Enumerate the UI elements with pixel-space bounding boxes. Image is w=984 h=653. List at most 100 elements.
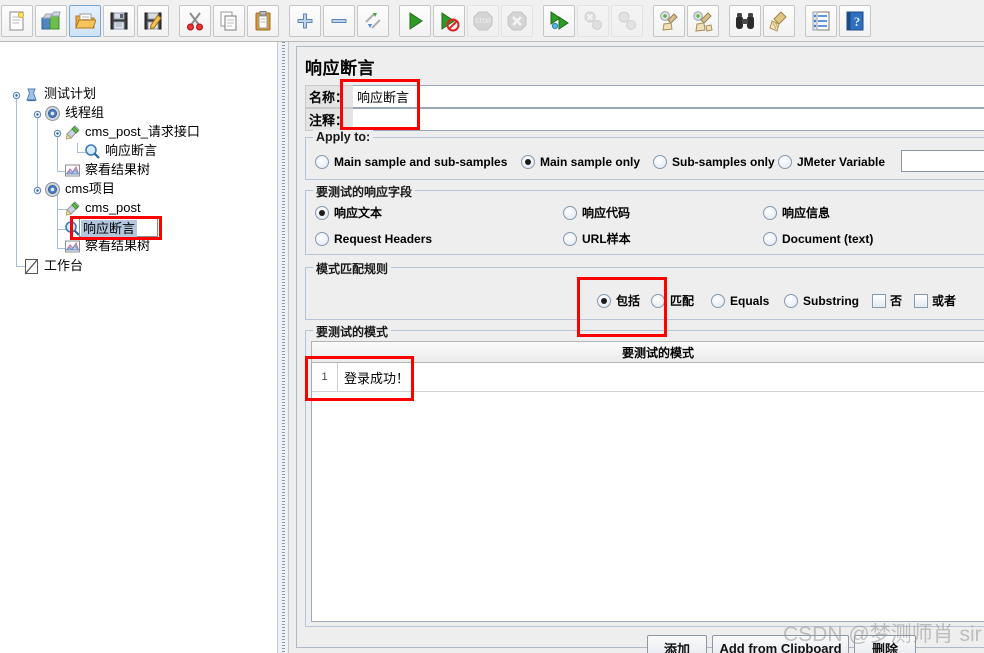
tree-node-label: 线程组: [65, 105, 105, 120]
tree-expand-handle[interactable]: [12, 89, 21, 100]
reset-search-button[interactable]: [763, 4, 795, 37]
divider-grip[interactable]: [280, 42, 287, 49]
start-remote-all-button[interactable]: [543, 4, 575, 37]
radio-main-sample-and-sub-samples[interactable]: Main sample and sub-samples: [315, 155, 507, 169]
tree-node-workbench[interactable]: 工作台: [22, 256, 83, 276]
scissors-icon: [187, 11, 203, 30]
new-test-plan-button[interactable]: [1, 4, 33, 37]
radio-response-message[interactable]: 响应信息: [763, 206, 830, 220]
radio-dot-icon: [521, 155, 535, 169]
stop-button[interactable]: STOP: [467, 4, 499, 37]
radio-contains[interactable]: 包括: [597, 294, 640, 308]
broom-reset-icon: [769, 10, 787, 32]
add-button[interactable]: 添加: [647, 635, 707, 653]
tree-expand-handle[interactable]: [33, 108, 42, 119]
radio-response-code[interactable]: 响应代码: [563, 206, 630, 220]
clear-all-button[interactable]: [687, 4, 719, 37]
radio-dot-icon: [711, 294, 725, 308]
copy-icon: [220, 11, 237, 30]
assertion-editor-inner: 响应断言 名称： 响应断言 注释： Apply to: Main sample …: [296, 46, 984, 653]
toggle-icon: [365, 12, 381, 29]
radio-main-sample-only[interactable]: Main sample only: [521, 155, 640, 169]
templates-icon: [41, 11, 61, 29]
main-toolbar: STOP ?: [0, 0, 984, 42]
tree-node-thread-group-2[interactable]: cms项目: [43, 179, 115, 199]
patterns-table-header[interactable]: 要测试的模式: [311, 341, 984, 363]
clear-button[interactable]: [653, 4, 685, 37]
tree-node-test-plan[interactable]: 测试计划: [22, 84, 96, 104]
checkbox-or[interactable]: 或者: [914, 294, 956, 308]
checkbox-not[interactable]: 否: [872, 294, 902, 308]
shutdown-button[interactable]: [501, 4, 533, 37]
stop-sign-icon: STOP: [473, 11, 493, 30]
stop-remote-all-button[interactable]: [577, 4, 609, 37]
tree-node-sampler-1[interactable]: cms_post_请求接口: [63, 122, 200, 142]
tree-expand-handle[interactable]: [33, 184, 42, 195]
radio-dot-icon: [315, 232, 329, 246]
open-folder-icon: [75, 13, 96, 28]
delete-button[interactable]: 删除: [854, 635, 916, 653]
toggle-button[interactable]: [357, 4, 389, 37]
start-button[interactable]: [399, 4, 431, 37]
tree-node-label: 察看结果树: [85, 238, 151, 253]
comment-input[interactable]: [353, 108, 984, 131]
sampler-icon: [63, 199, 81, 217]
remote-shutdown-icon: [618, 11, 636, 30]
results-tree-icon: [63, 237, 81, 255]
tree-node-label: 工作台: [44, 258, 84, 273]
row-pattern-value[interactable]: 登录成功！: [338, 368, 409, 387]
radio-sub-samples-only[interactable]: Sub-samples only: [653, 155, 775, 169]
tree-line: [57, 134, 58, 172]
shutdown-remote-all-button[interactable]: [611, 4, 643, 37]
tree-node-thread-group[interactable]: 线程组: [43, 103, 104, 123]
name-input[interactable]: 响应断言: [353, 85, 984, 108]
collapse-all-button[interactable]: [323, 4, 355, 37]
add-from-clipboard-button[interactable]: Add from Clipboard: [712, 635, 849, 653]
tree-node-sampler-2[interactable]: cms_post: [63, 198, 141, 218]
radio-substring[interactable]: Substring: [784, 294, 859, 308]
save-as-button[interactable]: [137, 4, 169, 37]
radio-request-headers[interactable]: Request Headers: [315, 232, 432, 246]
radio-jmeter-variable[interactable]: JMeter Variable: [778, 155, 885, 169]
patterns-table-body[interactable]: 1 登录成功！: [311, 363, 984, 622]
save-button[interactable]: [103, 4, 135, 37]
tree-node-results-tree-2[interactable]: 察看结果树: [63, 236, 150, 256]
expand-all-button[interactable]: [289, 4, 321, 37]
toolbar-separator: [170, 4, 178, 38]
tree-node-label: 测试计划: [44, 86, 97, 101]
table-row[interactable]: 1 登录成功！: [312, 363, 984, 392]
jmeter-variable-input[interactable]: [901, 150, 984, 172]
radio-dot-icon: [315, 155, 329, 169]
help-button[interactable]: ?: [839, 4, 871, 37]
tree-node-rename-input[interactable]: 响应断言: [79, 218, 158, 237]
test-plan-tree[interactable]: 测试计划 线程组 cms_post_请求接口 响应断言 察看结果树 cms项目: [0, 42, 277, 653]
radio-document-text[interactable]: Document (text): [763, 232, 873, 246]
radio-equals[interactable]: Equals: [711, 294, 769, 308]
tree-node-assertion-1[interactable]: 响应断言: [83, 141, 157, 161]
play-no-pause-icon: [441, 11, 460, 31]
radio-label: 包括: [616, 294, 641, 308]
tree-expand-handle[interactable]: [53, 127, 62, 138]
templates-button[interactable]: [35, 4, 67, 37]
tree-node-results-tree-1[interactable]: 察看结果树: [63, 160, 150, 180]
search-button[interactable]: [729, 4, 761, 37]
tree-node-label: 响应断言: [105, 143, 158, 158]
paste-button[interactable]: [247, 4, 279, 37]
toolbar-group-clear: [652, 4, 720, 38]
radio-label: Main sample only: [540, 155, 641, 169]
split-pane-divider[interactable]: [277, 42, 289, 653]
thread-group-icon: [43, 104, 61, 122]
radio-url-sample[interactable]: URL样本: [563, 232, 631, 246]
function-helper-button[interactable]: [805, 4, 837, 37]
function-list-icon: [812, 11, 830, 30]
open-button[interactable]: [69, 4, 101, 37]
toolbar-separator: [534, 4, 542, 38]
radio-matches[interactable]: 匹配: [651, 294, 694, 308]
copy-button[interactable]: [213, 4, 245, 37]
radio-response-text[interactable]: 响应文本: [315, 206, 382, 220]
radio-dot-icon: [563, 206, 577, 220]
radio-dot-icon: [784, 294, 798, 308]
start-no-pauses-button[interactable]: [433, 4, 465, 37]
radio-dot-icon: [763, 232, 777, 246]
cut-button[interactable]: [179, 4, 211, 37]
